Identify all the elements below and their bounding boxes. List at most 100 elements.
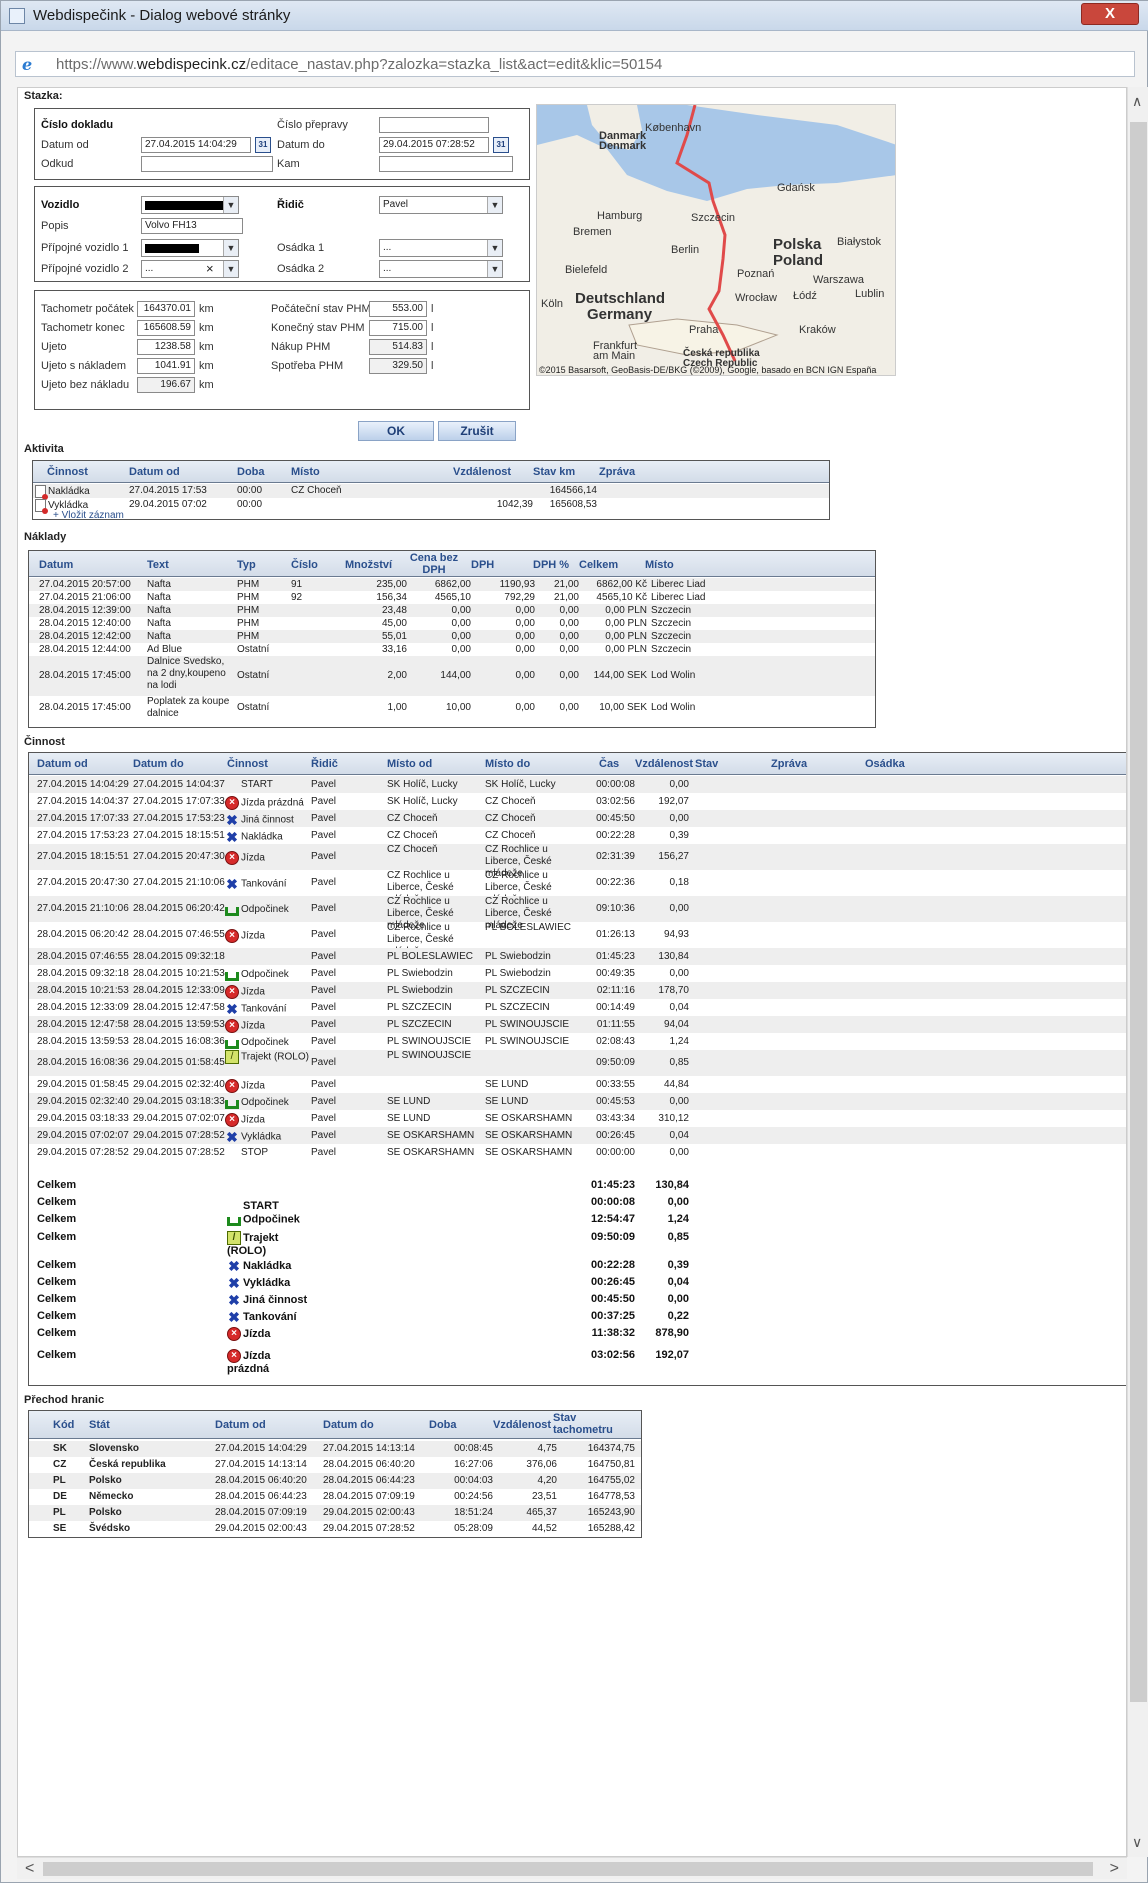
scroll-right-icon[interactable]: > <box>1110 1860 1119 1878</box>
table-row[interactable]: SE Švédsko 29.04.2015 02:00:43 29.04.2015 0… <box>29 1521 641 1537</box>
table-row[interactable]: SK Slovensko 27.04.2015 14:04:29 27.04.2015… <box>29 1441 641 1457</box>
scroll-thumb[interactable] <box>43 1862 1093 1876</box>
table-row[interactable]: 28.04.2015 10:21:53 28.04.2015 12:33:09 × J… <box>29 982 1126 999</box>
table-row[interactable]: 28.04.2015 06:20:42 28.04.2015 07:46:55 × J… <box>29 922 1126 957</box>
table-row[interactable]: 27.04.2015 20:57:00 Nafta PHM 91 235,00 6862,… <box>29 578 875 591</box>
table-row[interactable]: 28.04.2015 13:59:53 28.04.2015 16:08:36 Od… <box>29 1033 1126 1050</box>
code-cell: SE <box>53 1523 67 1534</box>
jizda-icon: × <box>225 1113 239 1127</box>
date-to-cell: 29.04.2015 03:18:33 <box>133 1096 225 1107</box>
table-row[interactable]: PL Polsko 28.04.2015 06:40:20 28.04.2015 06… <box>29 1473 641 1489</box>
total-row: Celkem ✖ Nakládka 00:22:28 0,39 <box>29 1259 1126 1277</box>
col-header: Čas <box>599 758 620 770</box>
table-row[interactable]: PL Polsko 28.04.2015 07:09:19 29.04.2015 02… <box>29 1505 641 1521</box>
ok-button[interactable]: OK <box>358 421 434 441</box>
pripojne1-select[interactable]: ▼ <box>141 239 239 257</box>
table-row[interactable]: DE Německo 28.04.2015 06:44:23 28.04.2015 0… <box>29 1489 641 1505</box>
ujeto-s-input[interactable]: 1041.91 <box>137 358 195 374</box>
zrusit-button[interactable]: Zrušit <box>438 421 516 441</box>
table-row[interactable]: 28.04.2015 12:42:00 Nafta PHM 55,01 0,00 0,00… <box>29 630 875 643</box>
table-row[interactable]: 27.04.2015 18:15:51 27.04.2015 20:47:30 × J… <box>29 844 1126 879</box>
table-row[interactable]: 27.04.2015 17:53:23 27.04.2015 18:15:51 ✖ N… <box>29 827 1126 844</box>
table-row[interactable]: 28.04.2015 12:44:00 Ad Blue Ostatní 33,16 0,… <box>29 643 875 656</box>
ujeto-input[interactable]: 1238.58 <box>137 339 195 355</box>
popis-input[interactable]: Volvo FH13 <box>141 218 243 234</box>
date-cell: 28.04.2015 17:45:00 <box>39 702 131 713</box>
pripojne2-select[interactable]: ... × ▼ <box>141 260 239 278</box>
table-row[interactable]: 27.04.2015 14:04:37 27.04.2015 17:07:33 × J… <box>29 793 1126 810</box>
table-row[interactable]: 29.04.2015 03:18:33 29.04.2015 07:02:07 × J… <box>29 1110 1126 1127</box>
odometer-cell: 164750,81 <box>587 1459 635 1470</box>
table-row[interactable]: 28.04.2015 09:32:18 28.04.2015 10:21:53 Od… <box>29 965 1126 982</box>
table-row[interactable]: 28.04.2015 16:08:36 29.04.2015 01:58:45/T… <box>29 1050 1126 1076</box>
place-from-cell: PL SWINOUJSCIE <box>387 1036 472 1047</box>
vozidlo-select[interactable]: ▼ <box>141 196 239 214</box>
table-row[interactable]: 29.04.2015 07:02:07 29.04.2015 07:28:52 ✖ V… <box>29 1127 1126 1144</box>
table-row[interactable]: 27.04.2015 21:10:06 28.04.2015 06:20:42 Od… <box>29 896 1126 931</box>
map-label: Deutschland <box>575 290 665 307</box>
table-row[interactable]: 28.04.2015 12:39:00 Nafta PHM 23,48 0,00 0,00… <box>29 604 875 617</box>
calendar-icon[interactable]: 31 <box>493 137 509 153</box>
place-to-cell: PL Swiebodzin <box>485 968 551 979</box>
table-row[interactable]: Nakládka 27.04.2015 17:53 00:00 CZ Choce… <box>33 484 829 500</box>
total-cell: 4565,10 Kč <box>596 592 647 603</box>
scroll-up-icon[interactable]: ∧ <box>1132 93 1142 110</box>
nakup-phm-input: 514.83 <box>369 339 427 355</box>
tach-pocatek-input[interactable]: 164370.01 <box>137 301 195 317</box>
scroll-left-icon[interactable]: < <box>25 1860 34 1878</box>
date-cell: 27.04.2015 20:57:00 <box>39 579 131 590</box>
kam-input[interactable] <box>379 156 513 172</box>
table-row[interactable]: 28.04.2015 07:46:55 28.04.2015 09:32:18 Pa… <box>29 948 1126 965</box>
datum-do-input[interactable]: 29.04.2015 07:28:52 <box>379 137 489 153</box>
calendar-icon[interactable]: 31 <box>255 137 271 153</box>
ridic-select[interactable]: Pavel ▼ <box>379 196 503 214</box>
table-row[interactable]: 28.04.2015 17:45:00 Dalnice Svedsko, na 2… <box>29 656 875 696</box>
map-label: Wrocław <box>735 292 777 304</box>
horizontal-scrollbar[interactable]: < > <box>17 1857 1127 1879</box>
date-from-cell: 29.04.2015 02:32:40 <box>37 1096 129 1107</box>
stazka-heading: Stazka: <box>24 90 63 102</box>
scroll-down-icon[interactable]: ∨ <box>1132 1834 1142 1851</box>
table-row[interactable]: 28.04.2015 12:33:09 28.04.2015 12:47:58 ✖ T… <box>29 999 1126 1016</box>
table-row[interactable]: 29.04.2015 01:58:45 29.04.2015 02:32:40 × J… <box>29 1076 1126 1093</box>
distance-cell: 94,93 <box>663 929 689 940</box>
driver-cell: Pavel <box>311 830 337 841</box>
vertical-scrollbar[interactable]: ∧ ∨ <box>1127 87 1148 1857</box>
route-map[interactable]: Danmark Denmark København Gdańsk Hamburg… <box>536 104 896 376</box>
liter-unit: l <box>431 303 434 315</box>
total-time: 01:45:23 <box>590 1179 635 1191</box>
table-row[interactable]: 27.04.2015 14:04:29 27.04.2015 14:04:37 ST… <box>29 776 1126 793</box>
date-from-cell: 28.04.2015 07:46:55 <box>37 951 129 962</box>
osadka1-select[interactable]: ... ▼ <box>379 239 503 257</box>
tool-icon: ✖ <box>226 876 238 892</box>
pocatecni-phm-input[interactable]: 553.00 <box>369 301 427 317</box>
osadka2-select[interactable]: ... ▼ <box>379 260 503 278</box>
cislo-prepravy-input[interactable] <box>379 117 489 133</box>
datum-od-input[interactable]: 27.04.2015 14:04:29 <box>141 137 251 153</box>
table-row[interactable]: 29.04.2015 02:32:40 29.04.2015 03:18:33 Od… <box>29 1093 1126 1110</box>
place-from-cell: PL Swiebodzin <box>387 968 453 979</box>
close-button[interactable]: X <box>1081 3 1139 25</box>
time-cell: 00:00:08 <box>596 779 635 790</box>
table-row[interactable]: CZ Česká republika 27.04.2015 14:13:14 28.0… <box>29 1457 641 1473</box>
table-row[interactable]: 27.04.2015 20:47:30 27.04.2015 21:10:06 ✖ T… <box>29 870 1126 905</box>
konecny-phm-input[interactable]: 715.00 <box>369 320 427 336</box>
table-row[interactable]: 28.04.2015 12:40:00 Nafta PHM 45,00 0,00 0,00… <box>29 617 875 630</box>
total-label: Celkem <box>37 1213 77 1225</box>
table-row[interactable]: Vykládka 29.04.2015 07:02 00:00 1042,39 … <box>33 498 829 514</box>
table-row[interactable]: 27.04.2015 21:06:00 Nafta PHM 92 156,34 4565,… <box>29 591 875 604</box>
table-row[interactable]: 27.04.2015 17:07:33 27.04.2015 17:53:23 ✖ J… <box>29 810 1126 827</box>
map-svg: Danmark Denmark København Gdańsk Hamburg… <box>537 105 895 375</box>
table-row[interactable]: 28.04.2015 17:45:00 Poplatek za koupe dal… <box>29 696 875 720</box>
scroll-thumb[interactable] <box>1130 122 1147 1702</box>
tach-konec-input[interactable]: 165608.59 <box>137 320 195 336</box>
add-record-link[interactable]: + Vložit záznam <box>53 510 124 521</box>
vat-cell: 0,00 <box>515 670 535 681</box>
clear-icon[interactable]: × <box>206 261 214 277</box>
cinnost-table: Datum od Datum do Činnost Řidič Místo od… <box>28 752 1126 1386</box>
table-row[interactable]: 29.04.2015 07:28:52 29.04.2015 07:28:52 ST… <box>29 1144 1126 1161</box>
odkud-input[interactable] <box>141 156 273 172</box>
address-bar[interactable]: e https://www.webdispecink.cz/editace_na… <box>15 51 1135 77</box>
spotreba-phm-input: 329.50 <box>369 358 427 374</box>
table-row[interactable]: 28.04.2015 12:47:58 28.04.2015 13:59:53 × J… <box>29 1016 1126 1033</box>
